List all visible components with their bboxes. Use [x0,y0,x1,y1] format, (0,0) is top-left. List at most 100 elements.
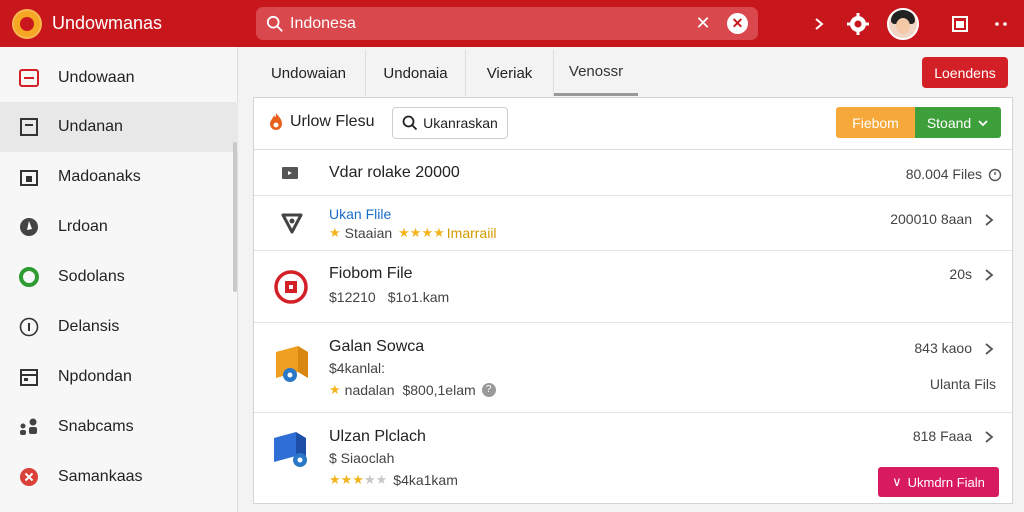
star-icon: ★ [329,382,341,397]
search-button[interactable]: Ukanraskan [392,107,508,139]
brand[interactable]: Undowmanas [12,8,252,39]
sidebar-item-npdondan[interactable]: Npdondan [0,352,238,402]
row-sub-a: Staaian [344,225,393,241]
list-item[interactable]: Vdar rolake 20000 80.004 Files [254,151,1012,196]
tab-bar: Undowaian Undonaia Vieriak Venossr [252,50,638,96]
sidebar-item-label: Undowaan [58,69,135,86]
row-subtitle-2: ★★★★★ $4ka1kam [329,472,458,488]
sidebar-scrollbar[interactable] [233,142,237,292]
search-button-label: Ukanraskan [423,115,498,131]
row-title: Vdar rolake 20000 [329,164,460,181]
document-icon [18,116,40,138]
sidebar-item-lrdoan[interactable]: Lrdoan [0,202,238,252]
chevron-right-icon[interactable] [982,213,996,227]
tab-undowaian[interactable]: Undowaian [252,50,366,96]
cancel-search-icon[interactable]: ✕ [727,13,748,34]
sidebar: Undowaan Undanan Madoanaks Lrdoan Sodola… [0,47,238,512]
sidebar-item-label: Undanan [58,118,123,135]
fire-icon [270,113,282,130]
action-button[interactable]: ∨ Ukmdrn Fialn [878,467,999,497]
shield-icon [281,213,303,234]
info-icon [18,316,40,338]
app-logo-icon [12,8,42,39]
clear-icon[interactable]: ✕ [694,14,712,32]
list-item[interactable]: Ulzan Plclach $ Siaoclah ★★★★★ $4ka1kam … [254,414,1012,504]
tab-venossr[interactable]: Venossr [554,50,638,96]
filter-button[interactable]: Fiebom [836,107,915,138]
row-sub-b: Imarraiil [446,225,497,241]
row-meta: 200010 8aan [890,211,972,227]
sidebar-item-samankaas[interactable]: Samankaas [0,452,238,502]
row-title: Galan Sowca [329,338,425,355]
row-title: Fiobom File [329,265,413,282]
sidebar-item-madoanaks[interactable]: Madoanaks [0,152,238,202]
green-circle-icon [18,266,40,288]
chevron-right-icon[interactable] [982,268,996,282]
top-bar: Undowmanas ✕ ✕ [0,0,1024,47]
info-icon[interactable]: ? [481,383,496,397]
star-rating: ★★★★ [398,225,445,240]
chevron-right-icon[interactable] [982,430,996,444]
star-icon: ★ [329,225,341,240]
search-bar[interactable]: ✕ ✕ [256,7,758,40]
sidebar-item-undanan[interactable]: Undanan [0,102,238,152]
sidebar-item-label: Madoanaks [58,168,141,185]
app-record-icon [274,270,308,304]
more-icon[interactable] [988,11,1014,37]
row-meta: 80.004 Files [905,166,982,182]
calendar-icon [18,366,40,388]
search-icon [266,15,283,32]
row-sub-b: $1o1.kam [387,289,450,305]
app-title: Undowmanas [52,13,163,33]
sidebar-item-sodolans[interactable]: Sodolans [0,252,238,302]
row-meta: 818 Faaa [912,428,972,444]
star-rating: ★★★★★ [329,472,388,487]
row-title-link[interactable]: Ukan Flile [329,206,391,222]
tab-undonaia[interactable]: Undonaia [366,50,466,96]
clock-icon [988,168,1002,182]
login-button[interactable]: Loendens [922,57,1008,88]
users-icon [18,416,40,438]
row-title: Ulzan Plclach [329,428,426,445]
panel-toolbar: Urlow Flesu Ukanraskan Fiebom Stoand [254,98,1012,150]
chevron-right-icon[interactable] [982,342,996,356]
status-dropdown-label: Stoand [926,114,972,131]
row-subtitle: $ Siaoclah [329,450,395,466]
row-meta: 843 kaoo [914,340,972,356]
close-circle-icon [18,466,40,488]
row-subtitle: $12210 $1o1.kam [329,289,449,305]
package-icon [276,346,308,382]
action-button-label: Ukmdrn Fialn [907,474,985,490]
window-icon[interactable] [947,11,973,37]
list-item[interactable]: Fiobom File $12210 $1o1.kam 20s [254,252,1012,323]
chevron-right-icon[interactable] [806,11,832,37]
folder-icon [18,166,40,188]
search-input[interactable] [290,14,670,33]
row-meta: 20s [949,266,972,282]
package-blue-icon [274,432,307,467]
sidebar-item-snabcams[interactable]: Snabcams [0,402,238,452]
search-icon [402,115,418,131]
sidebar-item-label: Sodolans [58,268,125,285]
tab-vieriak[interactable]: Vieriak [466,50,554,96]
folder-icon [282,167,298,179]
sidebar-item-label: Delansis [58,318,120,335]
list-item[interactable]: Ukan Flile ★ Staaian ★★★★ Imarraiil 2000… [254,197,1012,251]
status-dropdown[interactable]: Stoand [915,107,1001,138]
chevron-down-icon [978,119,988,126]
row-subtitle-2: ★ nadalan $800,1elam ? [329,382,496,398]
upload-button[interactable]: Urlow Flesu [266,112,374,132]
list-item[interactable]: Galan Sowca $4kanlal: ★ nadalan $800,1el… [254,324,1012,413]
inbox-icon [18,67,40,89]
row-sub-a: $12210 [329,289,376,305]
row-subtitle: ★ Staaian ★★★★ Imarraiil [329,225,497,241]
file-panel: Urlow Flesu Ukanraskan Fiebom Stoand Vda… [253,97,1013,504]
sidebar-item-undowaan[interactable]: Undowaan [0,53,238,103]
upload-label: Urlow Flesu [290,113,375,130]
row-meta-2: Ulanta Fils [929,376,996,392]
sidebar-item-delansis[interactable]: Delansis [0,302,238,352]
gear-icon[interactable] [845,11,871,37]
sidebar-item-label: Samankaas [58,468,143,485]
sidebar-item-label: Snabcams [58,418,134,435]
avatar[interactable] [887,8,919,40]
